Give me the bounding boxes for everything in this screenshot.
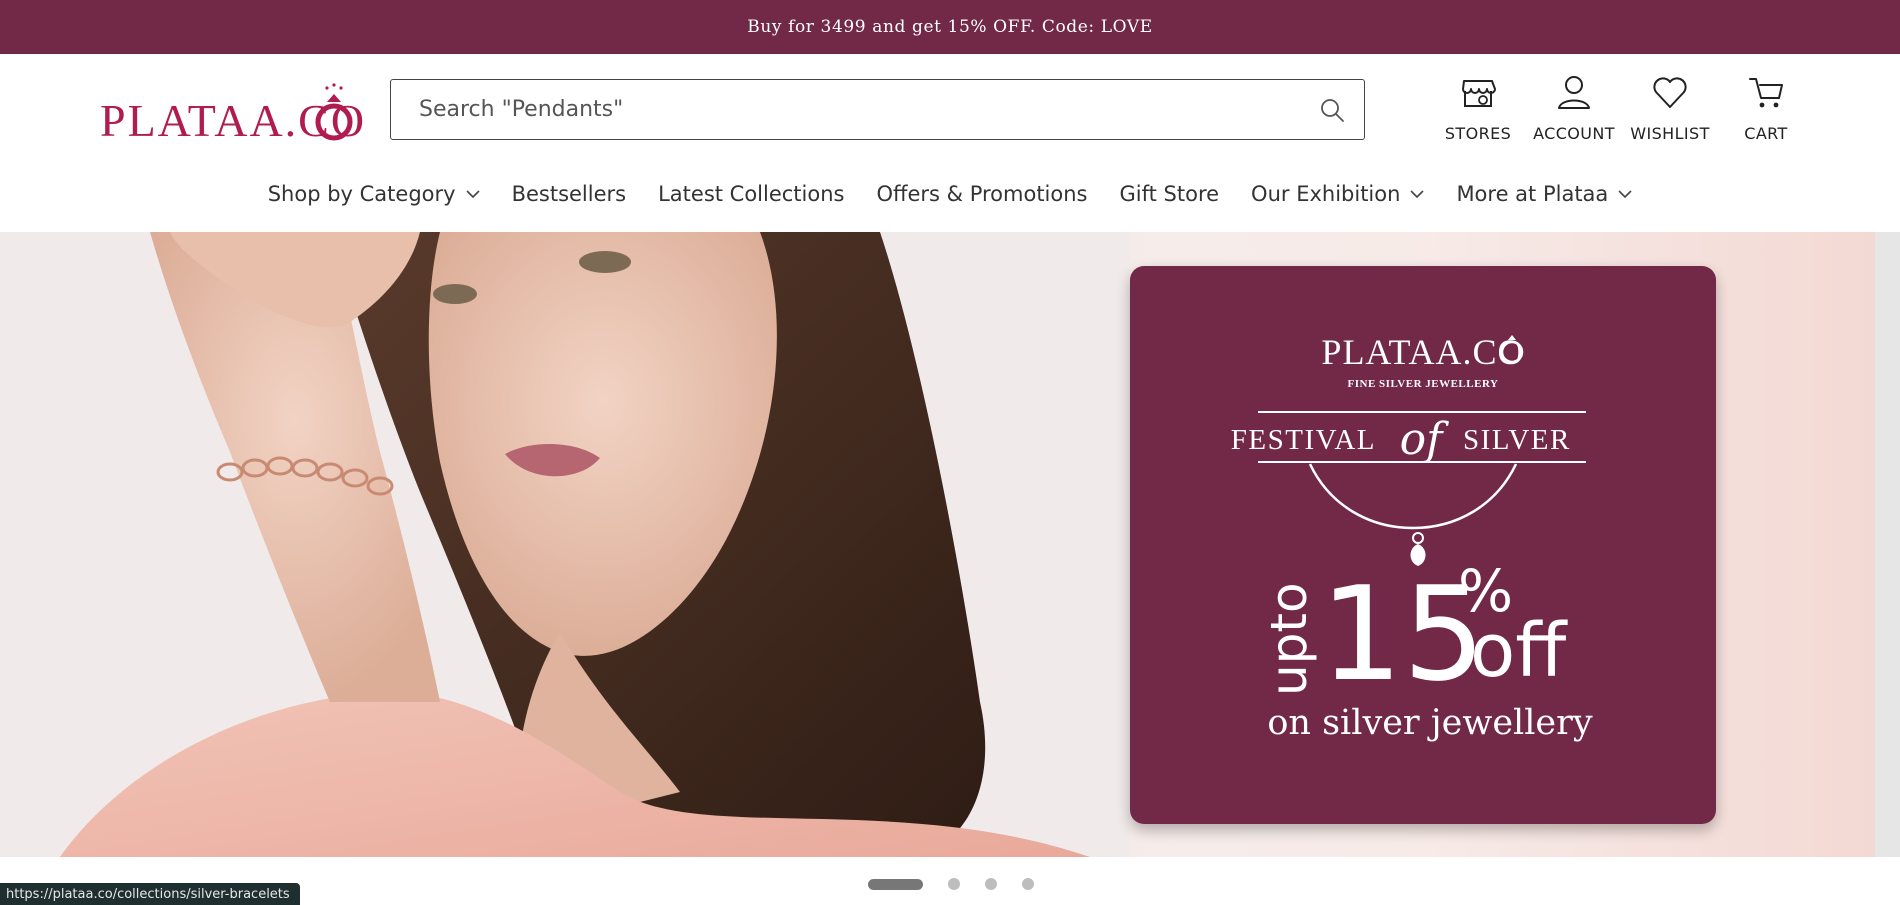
user-icon (1558, 76, 1590, 109)
nav-shop-by-category[interactable]: Shop by Category (252, 182, 496, 206)
wishlist-label: WISHLIST (1630, 124, 1710, 143)
promo-festival-left: FESTIVAL (1231, 424, 1376, 456)
announcement-bar: Buy for 3499 and get 15% OFF. Code: LOVE (0, 0, 1900, 54)
carousel-dot-1[interactable] (868, 878, 923, 890)
promo-artwork: PLATAA.CO FINE SILVER JEWELLERY FESTIVAL… (1231, 332, 1593, 743)
carousel-dot-3[interactable] (985, 878, 997, 890)
nav-more-at-plataa[interactable]: More at Plataa (1440, 182, 1648, 206)
nav-label: Shop by Category (267, 182, 456, 206)
search-input[interactable] (391, 80, 1364, 139)
header-actions: STORES ACCOUNT WISHLIST CART (1430, 68, 1814, 148)
promo-festival-of: of (1400, 414, 1449, 465)
promo-offer-sub: on silver jewellery (1267, 703, 1592, 743)
stores-link[interactable]: STORES (1430, 68, 1526, 148)
main-nav: Shop by Category Bestsellers Latest Coll… (0, 170, 1900, 218)
nav-latest-collections[interactable]: Latest Collections (642, 182, 860, 206)
nav-our-exhibition[interactable]: Our Exhibition (1235, 182, 1440, 206)
nav-gift-store[interactable]: Gift Store (1104, 182, 1236, 206)
promo-card[interactable]: PLATAA.CO FINE SILVER JEWELLERY FESTIVAL… (1130, 266, 1716, 824)
chevron-down-icon (1410, 190, 1425, 199)
search-icon[interactable] (1318, 96, 1346, 124)
necklace-icon (1308, 463, 1518, 530)
cart-icon (1749, 78, 1783, 108)
promo-offer-prefix: upto (1260, 582, 1318, 696)
nav-bestsellers[interactable]: Bestsellers (496, 182, 643, 206)
nav-offers-promotions[interactable]: Offers & Promotions (860, 182, 1103, 206)
chevron-down-icon (465, 190, 480, 199)
hero-banner[interactable]: PLATAA.CO FINE SILVER JEWELLERY FESTIVAL… (0, 232, 1875, 857)
cart-label: CART (1744, 124, 1788, 143)
ring-logo-icon (315, 83, 353, 141)
browser-status-url: https://plataa.co/collections/silver-bra… (0, 883, 300, 905)
nav-label: Gift Store (1119, 182, 1220, 206)
promo-brand: PLATAA.CO (1321, 332, 1524, 372)
stores-label: STORES (1444, 124, 1512, 143)
nav-label: Our Exhibition (1251, 182, 1401, 206)
carousel-dot-4[interactable] (1022, 878, 1034, 890)
search-box (390, 79, 1365, 140)
promo-tagline: FINE SILVER JEWELLERY (1348, 378, 1499, 390)
status-url-text: https://plataa.co/collections/silver-bra… (6, 886, 290, 902)
account-label: ACCOUNT (1533, 124, 1615, 143)
nav-label: Offers & Promotions (876, 182, 1088, 206)
promo-offer-off: off (1470, 608, 1568, 694)
wishlist-link[interactable]: WISHLIST (1622, 68, 1718, 148)
page-scrollbar[interactable] (1875, 232, 1900, 857)
announcement-text: Buy for 3499 and get 15% OFF. Code: LOVE (747, 17, 1153, 37)
nav-label: More at Plataa (1456, 182, 1609, 206)
nav-label: Latest Collections (658, 182, 845, 206)
nav-label: Bestsellers (511, 182, 627, 206)
cart-link[interactable]: CART (1718, 68, 1814, 148)
chevron-down-icon (1618, 190, 1632, 199)
carousel-pagination (868, 878, 1034, 890)
carousel-dot-2[interactable] (948, 878, 960, 890)
heart-icon (1653, 77, 1687, 108)
promo-festival-right: SILVER (1463, 424, 1571, 456)
store-icon (1462, 80, 1496, 107)
account-link[interactable]: ACCOUNT (1526, 68, 1622, 148)
model-photo (0, 232, 1130, 857)
brand-logo[interactable]: PLATAA.CO (100, 82, 364, 144)
